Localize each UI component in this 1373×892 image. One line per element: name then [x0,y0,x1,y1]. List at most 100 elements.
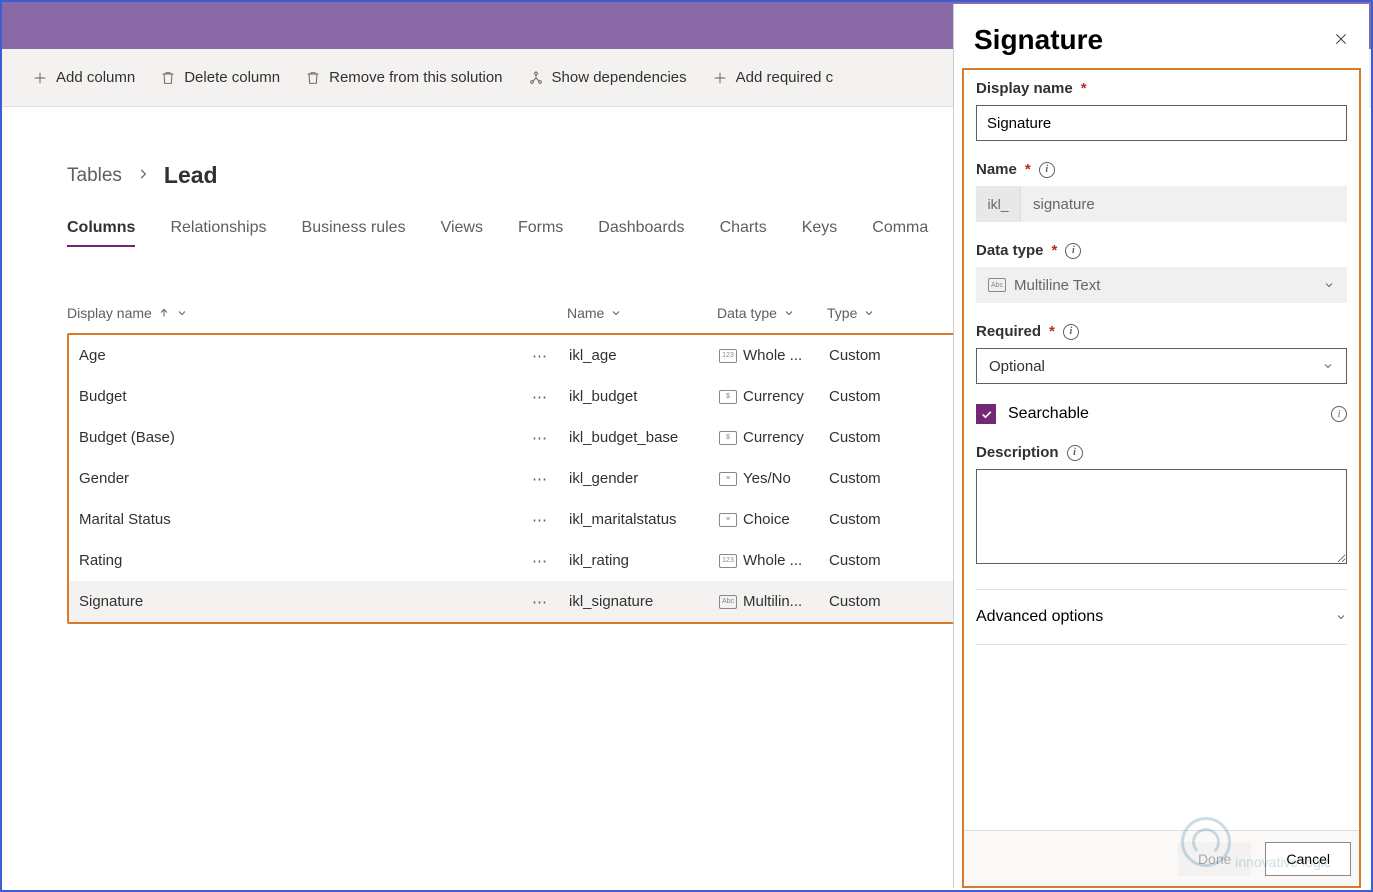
table-row[interactable]: Marital Status ⋯ ikl_maritalstatus≡ Choice C… [69,499,965,540]
row-name: ikl_age [569,347,719,364]
row-type: Custom [829,388,929,405]
chevron-down-icon [783,307,795,319]
description-label: Description i [976,444,1347,461]
row-display-name: Budget (Base) [79,429,175,446]
row-display-name: Rating [79,552,122,569]
row-datatype: Currency [743,388,804,405]
datatype-icon: Abc [719,595,737,609]
description-input[interactable] [976,469,1347,564]
header-display-name[interactable]: Display name [67,305,567,321]
check-icon [980,408,993,421]
advanced-options-toggle[interactable]: Advanced options [976,589,1347,645]
datatype-icon: ≡ [719,513,737,527]
name-label: Name* i [976,161,1347,178]
table-row[interactable]: Gender⋯ikl_gender≡Yes/NoCustom [69,458,965,499]
panel-body: Display name* Name* i ikl_ Data type* i … [962,68,1361,888]
table-row[interactable]: Signature ⋯ ikl_signatureAbc Multilin... Cus… [69,581,965,622]
more-actions-icon[interactable]: ⋯ [532,347,549,365]
info-icon[interactable]: i [1065,243,1081,259]
row-name: ikl_budget [569,388,719,405]
row-display-name: Budget [79,388,127,405]
row-datatype: Multilin... [743,593,802,610]
chevron-down-icon [863,307,875,319]
remove-solution-button[interactable]: Remove from this solution [305,69,502,86]
more-actions-icon[interactable]: ⋯ [532,470,549,488]
row-type: Custom [829,552,929,569]
info-icon[interactable]: i [1067,445,1083,461]
breadcrumb-current: Lead [164,162,218,189]
chevron-down-icon [610,307,622,319]
row-datatype: Yes/No [743,470,791,487]
row-name: ikl_maritalstatus [569,511,719,528]
table-row[interactable]: Age⋯ikl_age123Whole ...Custom [69,335,965,376]
row-name: ikl_rating [569,552,719,569]
datatype-icon: $ [719,390,737,404]
chevron-right-icon [136,165,150,187]
multiline-icon: Abc [988,278,1006,292]
chevron-down-icon [1323,279,1335,291]
datatype-icon: ≡ [719,472,737,486]
row-display-name: Signature [79,593,143,610]
info-icon[interactable]: i [1063,324,1079,340]
row-type: Custom [829,593,929,610]
cancel-button[interactable]: Cancel [1265,842,1351,876]
delete-column-button[interactable]: Delete column [160,69,280,86]
row-type: Custom [829,511,929,528]
breadcrumb-root[interactable]: Tables [67,165,122,187]
row-type: Custom [829,347,929,364]
row-display-name: Age [79,347,106,364]
row-display-name: Marital Status [79,511,171,528]
panel-header: Signature [954,24,1369,68]
deps-icon [528,70,544,86]
tab-views[interactable]: Views [441,219,483,247]
row-name: ikl_gender [569,470,719,487]
table-row[interactable]: Budget (Base)⋯ikl_budget_base$CurrencyCu… [69,417,965,458]
row-name: ikl_budget_base [569,429,719,446]
datatype-icon: 123 [719,349,737,363]
row-type: Custom [829,429,929,446]
table-header: Display name Name Data type Type [67,292,967,333]
display-name-input[interactable] [976,105,1347,141]
column-edit-panel: Signature Display name* Name* i ikl_ Dat… [953,4,1369,888]
data-type-select: AbcMultiline Text [976,267,1347,303]
header-data-type[interactable]: Data type [717,305,827,321]
columns-table: Display name Name Data type Type Age ⋯ ikl… [67,292,967,624]
add-column-button[interactable]: Add column [32,69,135,86]
row-name: ikl_signature [569,593,719,610]
row-datatype: Currency [743,429,804,446]
more-actions-icon[interactable]: ⋯ [532,593,549,611]
chevron-down-icon [1322,360,1334,372]
more-actions-icon[interactable]: ⋯ [532,429,549,447]
table-row[interactable]: Budget ⋯ ikl_budget$ Currency Custom [69,376,965,417]
tab-dashboards[interactable]: Dashboards [598,219,684,247]
table-row[interactable]: Rating⋯ikl_rating123Whole ...Custom [69,540,965,581]
tab-commands[interactable]: Comma [872,219,928,247]
row-datatype: Whole ... [743,552,802,569]
more-actions-icon[interactable]: ⋯ [532,552,549,570]
row-datatype: Choice [743,511,790,528]
more-actions-icon[interactable]: ⋯ [532,388,549,406]
more-actions-icon[interactable]: ⋯ [532,511,549,529]
add-required-button[interactable]: Add required c [712,69,834,86]
tab-columns[interactable]: Columns [67,219,135,247]
info-icon[interactable]: i [1039,162,1055,178]
tab-business-rules[interactable]: Business rules [302,219,406,247]
display-name-label: Display name* [976,80,1347,97]
tab-relationships[interactable]: Relationships [170,219,266,247]
close-button[interactable] [1333,31,1349,50]
trash-icon [160,70,176,86]
show-dependencies-button[interactable]: Show dependencies [528,69,687,86]
plus-icon [712,70,728,86]
required-select[interactable]: Optional [976,348,1347,384]
tab-forms[interactable]: Forms [518,219,563,247]
tab-charts[interactable]: Charts [720,219,767,247]
plus-icon [32,70,48,86]
tab-keys[interactable]: Keys [802,219,838,247]
searchable-checkbox[interactable] [976,404,996,424]
header-name[interactable]: Name [567,305,717,321]
done-button[interactable]: Done [1178,842,1251,876]
header-type[interactable]: Type [827,305,927,321]
info-icon[interactable]: i [1331,406,1347,422]
row-display-name: Gender [79,470,129,487]
chevron-down-icon [1335,611,1347,623]
